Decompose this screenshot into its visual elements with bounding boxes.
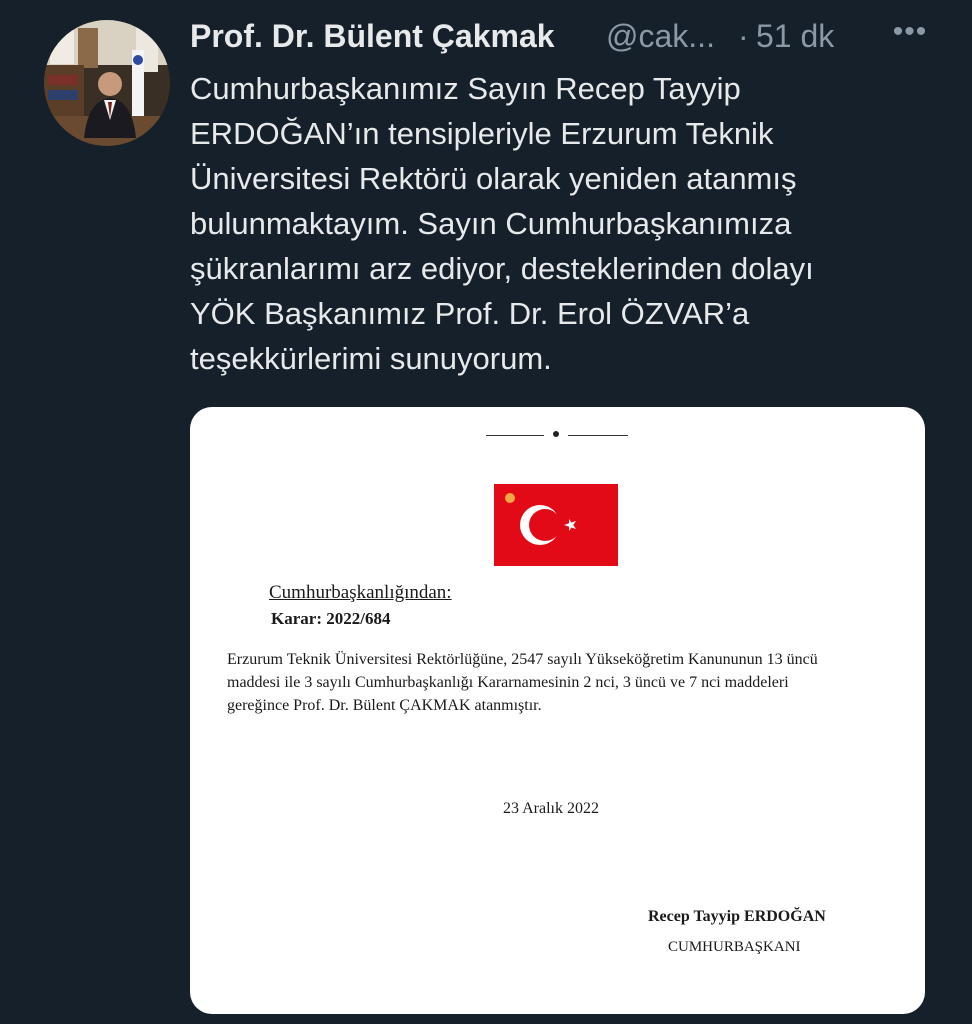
- tweet-text-line: bulunmaktayım. Sayın Cumhurbaşkanımıza: [190, 206, 792, 241]
- document-decision-number: Karar: 2022/684: [271, 609, 391, 628]
- separator-dot: ·: [738, 18, 749, 54]
- tweet-text-line: YÖK Başkanımız Prof. Dr. Erol ÖZVAR’a: [190, 296, 750, 331]
- document-body: Erzurum Teknik Üniversitesi Rektörlüğüne…: [227, 648, 887, 717]
- document-body-line: maddesi ile 3 sayılı Cumhurbaşkanlığı Ka…: [227, 674, 789, 691]
- tweet-text-line: Üniversitesi Rektörü olarak yeniden atan…: [190, 161, 797, 196]
- author-display-name[interactable]: Prof. Dr. Bülent Çakmak: [190, 18, 555, 55]
- tweet-timestamp[interactable]: 51 dk: [756, 18, 834, 55]
- document-date: 23 Aralık 2022: [503, 800, 599, 817]
- tweet-text-line: teşekkürlerimi sunuyorum.: [190, 341, 552, 376]
- document-issuer: Cumhurbaşkanlığından:: [269, 582, 452, 603]
- tweet[interactable]: Prof. Dr. Bülent Çakmak @cak... · 51 dk …: [0, 0, 972, 1024]
- tweet-text: Cumhurbaşkanımız Sayın Recep Tayyip ERDO…: [190, 66, 930, 381]
- tweet-text-line: ERDOĞAN’ın tensipleriyle Erzurum Teknik: [190, 116, 774, 151]
- document-divider-left: [486, 435, 544, 436]
- document-body-line: Erzurum Teknik Üniversitesi Rektörlüğüne…: [227, 651, 818, 668]
- turkish-flag: [494, 484, 618, 566]
- author-handle[interactable]: @cak...: [606, 18, 715, 55]
- document-body-line: gereğince Prof. Dr. Bülent ÇAKMAK atanmı…: [227, 697, 542, 714]
- document-signer-title: CUMHURBAŞKANI: [668, 939, 801, 955]
- document-signer: Recep Tayyip ERDOĞAN: [648, 908, 826, 925]
- document-divider-dot: [553, 431, 559, 437]
- profile-photo: [44, 20, 170, 146]
- tweet-text-line: şükranlarımı arz ediyor, desteklerinden …: [190, 251, 814, 286]
- tweet-header: Prof. Dr. Bülent Çakmak @cak... · 51 dk …: [190, 16, 930, 60]
- avatar[interactable]: [44, 20, 170, 146]
- more-horizontal-icon[interactable]: •••: [890, 16, 930, 56]
- tweet-text-line: Cumhurbaşkanımız Sayın Recep Tayyip: [190, 71, 741, 106]
- document-divider-right: [568, 435, 628, 436]
